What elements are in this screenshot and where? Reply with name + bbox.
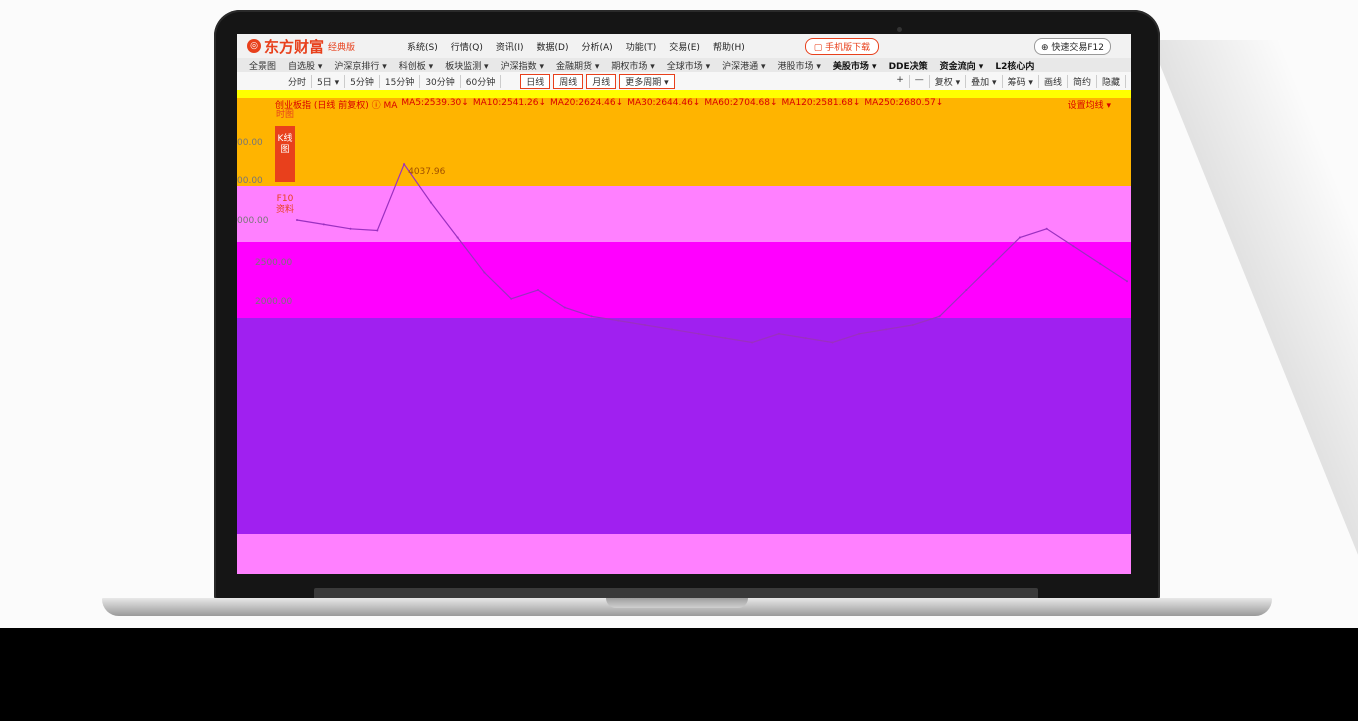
data-point	[563, 306, 566, 309]
nav-item[interactable]: 沪深港通 ▾	[722, 59, 765, 72]
data-point	[992, 262, 995, 265]
data-point	[617, 319, 620, 322]
data-point	[751, 341, 754, 344]
mobile-download-button[interactable]: ▢ 手机版下载	[804, 37, 880, 55]
data-point	[1072, 245, 1075, 248]
mobile-download-label: 手机版下载	[825, 42, 871, 53]
period-tab[interactable]: 周线	[553, 73, 584, 89]
period-button[interactable]: 15分钟	[380, 74, 421, 88]
period-buttons: 分时 5日 ▾ 5分钟 15分钟 30分钟 60分钟	[283, 74, 502, 88]
menu-item[interactable]: 系统(S)	[407, 40, 438, 53]
period-tab[interactable]: 月线	[586, 73, 617, 89]
nav-item[interactable]: 自选股 ▾	[288, 59, 322, 72]
edition-label: 经典版	[328, 42, 356, 53]
period-button[interactable]: 60分钟	[461, 74, 502, 88]
data-point	[697, 332, 700, 335]
nav-item[interactable]: 沪深京排行 ▾	[334, 59, 386, 72]
nav-item[interactable]: 沪深指数 ▾	[501, 59, 544, 72]
data-point	[403, 163, 406, 166]
nav-item[interactable]: 金融期货 ▾	[556, 59, 599, 72]
data-point	[965, 289, 968, 291]
logo-icon: ◎	[247, 39, 261, 53]
nav-item[interactable]: L2核心内	[995, 59, 1034, 72]
data-point	[670, 328, 673, 331]
main-menu: 系统(S) 行情(Q) 资讯(I) 数据(D) 分析(A) 功能(T) 交易(E) 帮助(H)	[407, 40, 745, 53]
tool-button[interactable]: —	[910, 74, 930, 88]
period-button[interactable]: 分时	[283, 74, 313, 88]
brand-logo: ◎ 东方财富 经典版	[247, 36, 397, 57]
nav-item[interactable]: 港股市场 ▾	[778, 59, 821, 72]
menu-item[interactable]: 分析(A)	[582, 40, 613, 53]
nav-item[interactable]: 科创板 ▾	[399, 59, 433, 72]
data-point	[296, 219, 298, 221]
quick-trade-label: 快速交易F12	[1051, 42, 1104, 53]
tool-button[interactable]: 叠加 ▾	[966, 74, 1003, 88]
data-point	[724, 337, 727, 340]
data-point	[858, 332, 861, 335]
base-notch	[606, 598, 748, 608]
data-point	[429, 201, 432, 204]
camera	[897, 27, 902, 32]
kline-chart[interactable]: 4037.96	[237, 90, 1131, 574]
nav-item[interactable]: 美股市场 ▾	[833, 59, 877, 72]
hinge	[314, 588, 1038, 598]
data-point	[911, 324, 914, 326]
quick-trade-button[interactable]: ⊕ 快速交易F12	[1033, 37, 1111, 55]
nav-item[interactable]: 板块监测 ▾	[445, 59, 488, 72]
data-point	[644, 324, 647, 326]
menu-item[interactable]: 资讯(I)	[496, 40, 524, 53]
tool-button[interactable]: +	[891, 74, 910, 88]
data-point	[536, 289, 539, 291]
menu-item[interactable]: 帮助(H)	[713, 40, 745, 53]
data-point	[938, 315, 941, 318]
tool-button[interactable]: 复权 ▾	[930, 74, 967, 88]
data-point	[376, 229, 379, 232]
nav-item[interactable]: 资金流向 ▾	[940, 59, 984, 72]
menu-item[interactable]: 数据(D)	[537, 40, 569, 53]
period-tab[interactable]: 日线	[520, 73, 551, 89]
data-point	[349, 227, 352, 230]
brand-name: 东方财富	[264, 37, 325, 56]
menu-item[interactable]: 交易(E)	[669, 40, 700, 53]
data-point	[510, 297, 513, 300]
market-navbar: 全景图 自选股 ▾ 沪深京排行 ▾ 科创板 ▾ 板块监测 ▾ 沪深指数 ▾ 金融期货 ▾ 期权…	[237, 58, 1131, 72]
data-point	[1099, 262, 1102, 265]
chart-tools: + — 复权 ▾ 叠加 ▾ 筹码 ▾ 画线 简约 隐藏	[886, 74, 1131, 88]
menubar: ◎ 东方财富 经典版 系统(S) 行情(Q) 资讯(I) 数据(D) 分析(A) 功能(T…	[237, 34, 1131, 58]
data-point	[322, 223, 325, 226]
tool-button[interactable]: 简约	[1068, 74, 1097, 88]
tool-button[interactable]: 筹码 ▾	[1003, 74, 1039, 88]
menu-item[interactable]: 行情(Q)	[451, 40, 483, 53]
screen: ◎ 东方财富 经典版 系统(S) 行情(Q) 资讯(I) 数据(D) 分析(A) 功能(T…	[237, 34, 1131, 574]
period-button[interactable]: 5日 ▾	[312, 74, 346, 88]
data-point	[804, 337, 807, 340]
data-point	[885, 328, 888, 331]
period-tab[interactable]: 更多周期 ▾	[619, 73, 675, 89]
data-point	[456, 236, 459, 239]
nav-item[interactable]: DDE决策	[889, 59, 928, 72]
data-point	[1045, 227, 1048, 230]
nav-item[interactable]: 全景图	[249, 59, 276, 72]
chart-toolbar: 分时 5日 ▾ 5分钟 15分钟 30分钟 60分钟 日线 周线 月线 更多周期 ▾ + — 复权 …	[237, 72, 1131, 90]
nav-item[interactable]: 全球市场 ▾	[667, 59, 710, 72]
data-point	[590, 315, 593, 318]
data-point	[483, 271, 486, 274]
period-button[interactable]: 30分钟	[420, 74, 461, 88]
price-line	[296, 162, 1128, 344]
period-tabs: 日线 周线 月线 更多周期 ▾	[515, 73, 682, 89]
nav-item[interactable]: 期权市场 ▾	[611, 59, 654, 72]
menu-item[interactable]: 功能(T)	[626, 40, 657, 53]
tool-button[interactable]: 画线	[1039, 74, 1068, 88]
tool-button[interactable]: 隐藏	[1097, 74, 1126, 88]
period-button[interactable]: 5分钟	[345, 74, 380, 88]
data-point	[1018, 236, 1021, 239]
data-point	[831, 341, 834, 344]
data-point	[1126, 280, 1128, 283]
data-point	[777, 332, 780, 335]
peak-label: 4037.96	[408, 167, 445, 177]
